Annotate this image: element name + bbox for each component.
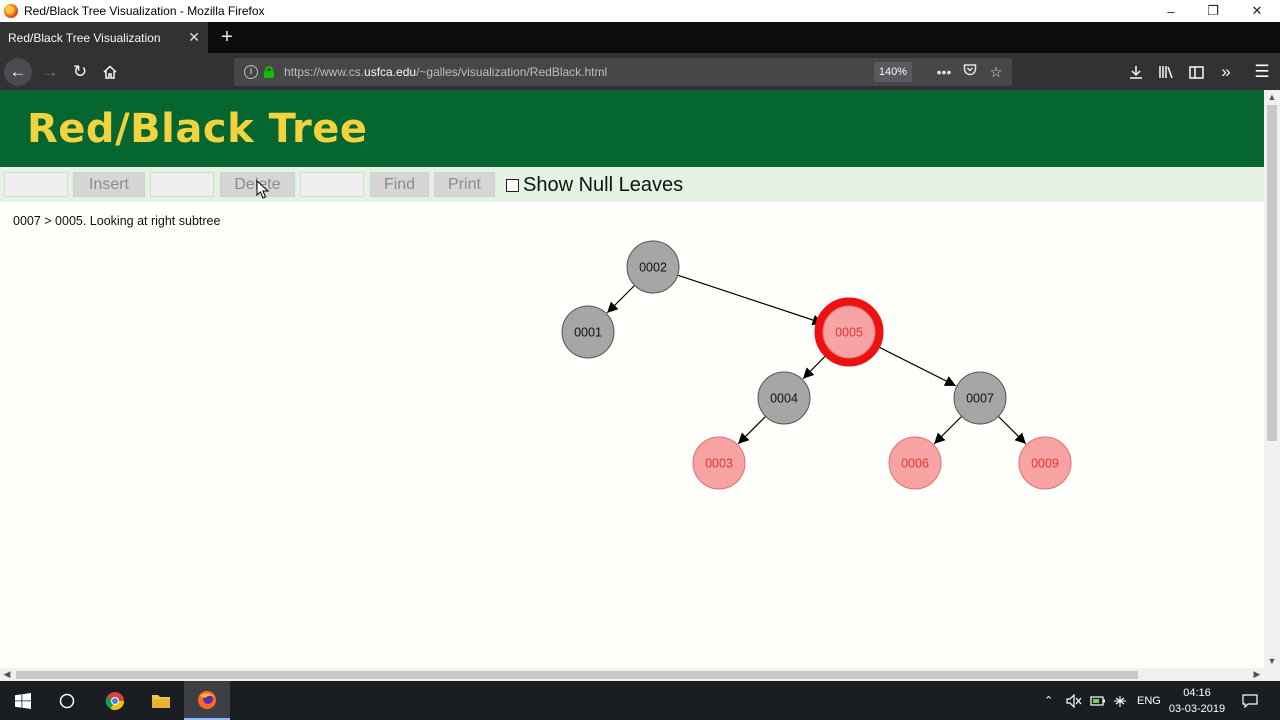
cortana-search-button[interactable] [44, 681, 90, 720]
find-value-input[interactable] [300, 172, 364, 197]
tree-edge [871, 343, 957, 387]
window-title: Red/Black Tree Visualization - Mozilla F… [24, 4, 265, 18]
bookmark-star-icon[interactable]: ☆ [986, 62, 1006, 82]
tree-node-label: 0006 [901, 457, 929, 471]
tree-node-0006: 0006 [888, 436, 942, 490]
page-title: Red/Black Tree [27, 106, 368, 152]
vertical-scrollbar[interactable]: ▲ ▼ [1264, 90, 1280, 668]
tree-node-0002: 0002 [626, 240, 680, 294]
tree-node-0005: 0005 [814, 297, 884, 367]
tree-node-0003: 0003 [692, 436, 746, 490]
back-button[interactable]: ← [4, 58, 32, 86]
control-bar: Insert Delete Find Print Show Null Leave… [0, 167, 1264, 202]
tree-edge [933, 415, 963, 445]
window-titlebar: Red/Black Tree Visualization - Mozilla F… [0, 0, 1280, 22]
scroll-up-arrow-icon[interactable]: ▲ [1264, 90, 1280, 104]
firefox-icon [4, 4, 18, 18]
reload-button[interactable]: ↻ [66, 58, 94, 86]
tray-overflow-chevron-icon[interactable]: ⌃ [1044, 681, 1053, 720]
tree-canvas: 0002 0001 0005 0004 0007 0003 0006 0009 [561, 240, 1072, 490]
home-button[interactable] [96, 58, 124, 86]
taskbar-file-explorer[interactable] [138, 681, 184, 720]
tree-node-0007: 0007 [953, 371, 1007, 425]
tree-node-label: 0002 [639, 261, 667, 275]
tree-edge [677, 274, 824, 326]
library-icon[interactable] [1152, 58, 1180, 86]
taskbar-firefox[interactable] [184, 681, 230, 720]
firefox-icon [198, 690, 216, 709]
page-content: Red/Black Tree Insert Delete Find Print … [0, 90, 1264, 668]
taskbar: ⌃ ENG 04:16 03-03-2019 [0, 681, 1280, 720]
taskbar-chrome[interactable] [92, 681, 138, 720]
scrollbar-corner [1264, 668, 1280, 681]
home-icon [103, 65, 117, 79]
close-window-button[interactable]: ✕ [1236, 0, 1278, 22]
volume-muted-icon[interactable] [1066, 681, 1082, 720]
lock-icon [264, 66, 274, 78]
scroll-right-arrow-icon[interactable]: ▶ [1250, 668, 1264, 681]
battery-icon[interactable] [1090, 681, 1106, 720]
page-header: Red/Black Tree [0, 90, 1264, 167]
tree-node-label: 0007 [966, 392, 994, 406]
tree-node-label: 0001 [574, 326, 602, 340]
tree-node-label: 0005 [835, 326, 863, 340]
tab-strip: Red/Black Tree Visualization ✕ + [0, 22, 1280, 53]
start-button[interactable] [0, 681, 46, 720]
forward-button[interactable]: → [36, 58, 64, 86]
pocket-icon[interactable] [960, 62, 980, 82]
site-info-icon[interactable]: i [244, 65, 258, 79]
tree-node-label: 0009 [1031, 457, 1059, 471]
tree-node-label: 0004 [770, 392, 798, 406]
network-icon[interactable] [1112, 681, 1128, 720]
show-null-leaves-toggle[interactable]: Show Null Leaves [506, 174, 683, 197]
action-center-icon[interactable] [1242, 681, 1258, 720]
horizontal-scrollbar[interactable]: ◀ ▶ [0, 668, 1264, 681]
language-indicator[interactable]: ENG [1137, 681, 1161, 720]
page-actions-icon[interactable]: ••• [934, 62, 954, 82]
url-text[interactable]: https://www.cs.usfca.edu/~galles/visuali… [284, 65, 607, 79]
scroll-left-arrow-icon[interactable]: ◀ [0, 668, 14, 681]
delete-value-input[interactable] [150, 172, 214, 197]
mouse-cursor-icon [256, 180, 270, 199]
taskbar-clock[interactable]: 04:16 03-03-2019 [1164, 685, 1230, 717]
print-button[interactable]: Print [434, 172, 495, 197]
restore-button[interactable]: ❐ [1192, 0, 1234, 22]
downloads-icon[interactable] [1122, 58, 1150, 86]
vertical-scroll-thumb[interactable] [1267, 105, 1277, 441]
overflow-chevron-icon[interactable]: » [1212, 58, 1240, 86]
tree-edge [737, 415, 767, 445]
find-button[interactable]: Find [370, 172, 429, 197]
insert-button[interactable]: Insert [73, 172, 145, 197]
cortana-icon [59, 693, 75, 708]
tab-redblack[interactable]: Red/Black Tree Visualization ✕ [0, 22, 208, 53]
null-leaves-checkbox[interactable] [506, 179, 519, 192]
sidebar-icon[interactable] [1182, 58, 1210, 86]
zoom-indicator[interactable]: 140% [874, 62, 912, 82]
windows-logo-icon [15, 692, 31, 709]
url-bar[interactable]: i https://www.cs.usfca.edu/~galles/visua… [234, 58, 1012, 86]
new-tab-button[interactable]: + [216, 25, 238, 49]
clock-time: 04:16 [1183, 687, 1211, 699]
nav-bar: ← → ↻ i https://www.cs.usfca.edu/~galles… [0, 53, 1280, 90]
tree-node-0009: 0009 [1018, 436, 1072, 490]
clock-date: 03-03-2019 [1168, 703, 1226, 715]
tab-label: Red/Black Tree Visualization [8, 30, 161, 45]
scroll-down-arrow-icon[interactable]: ▼ [1264, 654, 1280, 668]
horizontal-scroll-thumb[interactable] [16, 671, 1138, 679]
insert-value-input[interactable] [4, 172, 68, 197]
folder-icon [152, 694, 170, 708]
close-tab-icon[interactable]: ✕ [188, 30, 200, 44]
tree-edge [997, 415, 1027, 445]
tree-node-0001: 0001 [561, 305, 615, 359]
tree-edge [606, 284, 636, 314]
tree-node-0004: 0004 [757, 371, 811, 425]
chrome-icon [105, 691, 124, 710]
minimize-button[interactable]: – [1150, 0, 1192, 22]
tree-node-label: 0003 [705, 457, 733, 471]
menu-hamburger-icon[interactable]: ☰ [1248, 58, 1276, 86]
null-leaves-label: Show Null Leaves [523, 174, 684, 196]
